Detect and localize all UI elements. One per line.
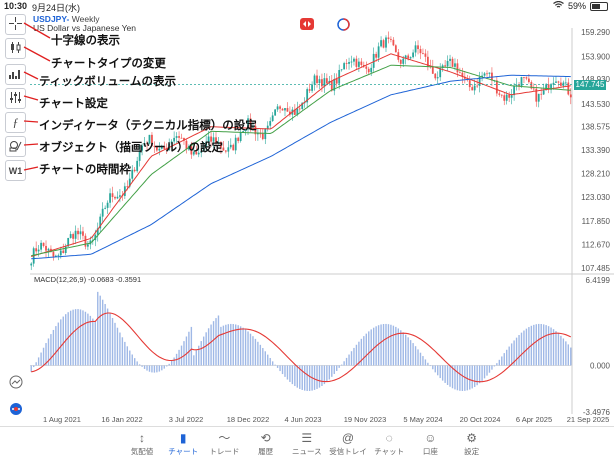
annotation-chart-settings: チャート設定 xyxy=(39,98,108,110)
tab-label: 履歴 xyxy=(258,447,274,456)
tab-label: 口座 xyxy=(422,447,438,456)
tab-trade[interactable]: 〜トレード xyxy=(201,430,247,457)
annotation-crosshair: 十字線の表示 xyxy=(51,35,120,47)
tab-label: 設定 xyxy=(464,447,480,456)
history-icon: ⟲ xyxy=(260,431,271,445)
news-icon: ☰ xyxy=(301,431,313,445)
tab-label: チャート xyxy=(168,447,199,456)
account-icon: ☺ xyxy=(424,431,437,445)
trend-icon[interactable] xyxy=(9,375,23,389)
annotation-objects: オブジェクト（描画ツール）の設定 xyxy=(39,142,223,154)
tab-label: トレード xyxy=(209,447,240,456)
tab-chart[interactable]: ▮ チャート xyxy=(160,430,206,457)
tab-account[interactable]: ☺ 口座 xyxy=(407,430,453,457)
mailbox-icon: @ xyxy=(341,431,355,445)
tab-label: チャット xyxy=(374,447,405,456)
quotes-icon: ↕ xyxy=(139,431,145,445)
tab-quotes[interactable]: ↕ 気配値 xyxy=(119,430,165,457)
tab-news[interactable]: ☰ ニュース xyxy=(284,430,330,457)
tab-history[interactable]: ⟲ 履歴 xyxy=(243,430,289,457)
trade-icon: 〜 xyxy=(218,431,231,445)
mt-logo-icon[interactable] xyxy=(9,402,23,416)
tab-settings[interactable]: ⚙ 設定 xyxy=(449,430,495,457)
chart-icon: ▮ xyxy=(179,431,187,445)
tab-label: 気配値 xyxy=(130,447,154,456)
settings-icon: ⚙ xyxy=(466,431,477,445)
annotation-timeframe: チャートの時間枠 xyxy=(39,164,131,176)
bottom-tab-bar: ↕ 気配値 ▮ チャート〜トレード ⟲ 履歴 ☰ ニュース @ 受信トレイ ◌ チャット ☺ 口座 ⚙ 設定 xyxy=(0,426,614,462)
tab-chat[interactable]: ◌ チャット xyxy=(366,430,412,457)
annotation-chart-type: チャートタイプの変更 xyxy=(51,58,166,70)
tab-label: 受信トレイ xyxy=(329,447,367,456)
annotation-tick-volume: ティックボリュームの表示 xyxy=(39,76,176,88)
chat-icon: ◌ xyxy=(385,431,393,445)
tab-mailbox[interactable]: @ 受信トレイ xyxy=(325,430,371,457)
annotation-indicators: インディケータ（テクニカル指標）の設定 xyxy=(39,120,257,132)
tab-label: ニュース xyxy=(291,447,322,456)
